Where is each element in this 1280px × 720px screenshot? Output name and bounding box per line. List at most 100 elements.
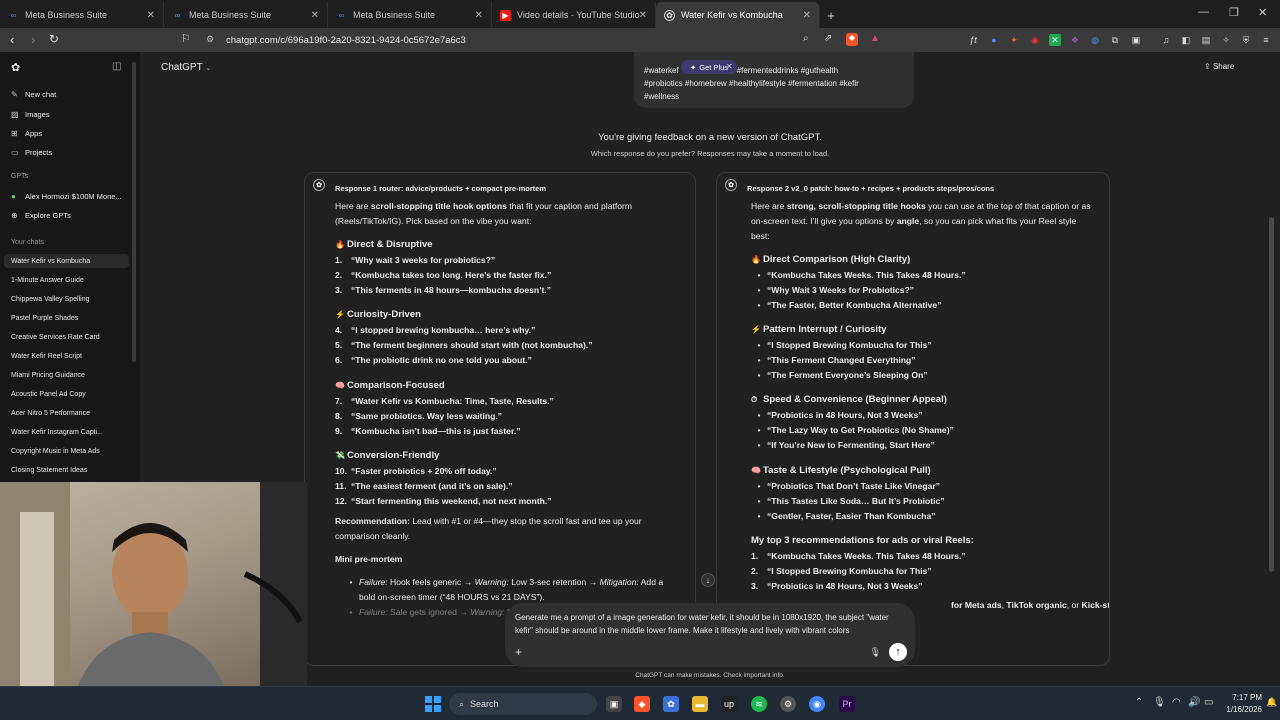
new-tab-button[interactable]: + bbox=[820, 2, 842, 28]
browser-tab[interactable]: ∞ Meta Business Suite ✕ bbox=[164, 2, 328, 28]
chatgpt-app-icon[interactable]: ✿ bbox=[663, 696, 679, 712]
reload-icon[interactable]: ↻ bbox=[49, 32, 59, 46]
sidebar-scrollbar[interactable] bbox=[132, 62, 136, 362]
back-icon[interactable]: ‹ bbox=[10, 32, 14, 47]
response-2-panel[interactable]: ✿ Response 2 v2_0 patch: how-to + recipes… bbox=[716, 172, 1110, 666]
steam-icon[interactable]: ⚙ bbox=[780, 696, 796, 712]
zoom-icon[interactable]: ⌕ bbox=[803, 33, 809, 44]
sidebar-explore-gpts[interactable]: ⊕ Explore GPTs bbox=[11, 209, 71, 221]
brave-shield-icon[interactable]: ◆ bbox=[846, 33, 858, 46]
sidebar-item-new-chat[interactable]: ✎ New chat bbox=[11, 88, 56, 100]
task-view-icon[interactable]: ▣ bbox=[606, 696, 622, 712]
chat-item[interactable]: Water Kefir Reel Script bbox=[11, 353, 82, 360]
extension-icon[interactable]: ❖ bbox=[1069, 34, 1081, 46]
browser-tab[interactable]: ∞ Meta Business Suite ✕ bbox=[0, 2, 164, 28]
browser-toolbar: ‹ › ↻ ⚐ ⚙ chatgpt.com/c/696a19f0-2a20-83… bbox=[0, 28, 1280, 52]
browser-tab[interactable]: ∞ Meta Business Suite ✕ bbox=[328, 2, 492, 28]
bookmark-icon[interactable]: ⚐ bbox=[181, 32, 191, 45]
extension-icon[interactable]: ✦ bbox=[1008, 34, 1020, 46]
chrome-icon[interactable]: ◉ bbox=[809, 696, 825, 712]
fire-icon: 🔥 bbox=[335, 240, 345, 249]
windows-logo-icon bbox=[425, 696, 441, 712]
taskbar-search[interactable]: ⌕ Search bbox=[449, 693, 597, 715]
chatgpt-logo-icon[interactable]: ✿ bbox=[11, 61, 20, 74]
close-tab-icon[interactable]: ✕ bbox=[475, 10, 483, 21]
wifi-icon[interactable]: ◠ bbox=[1172, 697, 1181, 708]
share-page-icon[interactable]: ⇗ bbox=[824, 33, 832, 44]
chat-item[interactable]: 1-Minute Answer Guide bbox=[11, 277, 84, 284]
maximize-icon[interactable]: ❐ bbox=[1229, 6, 1239, 19]
sidebar-item-projects[interactable]: ▭ Projects bbox=[11, 146, 52, 158]
chat-item[interactable]: Closing Statement Ideas bbox=[11, 467, 87, 474]
clock[interactable]: 7:17 PM 1/16/2026 bbox=[1222, 692, 1262, 716]
brave-rewards-icon[interactable]: ▲ bbox=[870, 33, 880, 44]
vpn-icon[interactable]: ⛨ bbox=[1240, 34, 1252, 46]
sparkle-icon: ✦ bbox=[689, 62, 697, 72]
tab-label: Meta Business Suite bbox=[25, 10, 108, 20]
extension-icon[interactable]: ● bbox=[988, 34, 1000, 46]
chat-item[interactable]: Creative Services Rate Card bbox=[11, 334, 100, 341]
chat-item[interactable]: Water Kefir vs Kombucha bbox=[11, 258, 90, 265]
send-button[interactable]: ↑ bbox=[889, 643, 907, 661]
music-icon[interactable]: ♫ bbox=[1160, 34, 1172, 46]
minimize-icon[interactable]: — bbox=[1198, 6, 1209, 18]
windows-start-icon[interactable] bbox=[425, 696, 441, 712]
chat-item[interactable]: Pastel Purple Shades bbox=[11, 315, 78, 322]
response-2-header: ✿ Response 2 v2_0 patch: how-to + recipes… bbox=[725, 179, 994, 196]
close-get-plus-icon[interactable]: ✕ bbox=[726, 62, 733, 71]
wallet-icon[interactable]: ▤ bbox=[1200, 34, 1212, 46]
browser-tab[interactable]: ▶ Video details - YouTube Studio ✕ bbox=[492, 2, 656, 28]
file-explorer-icon[interactable]: ▬ bbox=[692, 696, 708, 712]
main-scrollbar[interactable] bbox=[1269, 217, 1274, 572]
attach-icon[interactable]: + bbox=[515, 645, 522, 659]
chat-item[interactable]: Copyright Music in Meta Ads bbox=[11, 448, 100, 455]
close-tab-icon[interactable]: ✕ bbox=[803, 10, 811, 21]
message-composer[interactable]: Generate me a prompt of a image generati… bbox=[505, 603, 915, 667]
tab-label: Water Kefir vs Kombucha bbox=[681, 10, 783, 20]
sidebar-toggle-icon[interactable]: ◧ bbox=[1180, 34, 1192, 46]
close-window-icon[interactable]: ✕ bbox=[1258, 6, 1267, 19]
chat-item[interactable]: Miami Pricing Guidance bbox=[11, 372, 85, 379]
timer-icon: ⏱ bbox=[751, 395, 758, 404]
share-button[interactable]: ⇪ Share bbox=[1204, 62, 1234, 71]
extension-ft-icon[interactable]: ƒt bbox=[967, 34, 979, 46]
extension-icon[interactable]: ◍ bbox=[1089, 34, 1101, 46]
model-selector[interactable]: ChatGPT ⌄ bbox=[161, 62, 211, 73]
chat-item[interactable]: Water Kefir Instagram Capti... bbox=[11, 429, 103, 436]
sidebar-item-images[interactable]: ▨ Images bbox=[11, 108, 50, 120]
microphone-icon[interactable]: 🎙 bbox=[870, 647, 881, 658]
chatgpt-icon: ✿ bbox=[313, 179, 325, 191]
prompt-input[interactable]: Generate me a prompt of a image generati… bbox=[515, 611, 907, 637]
browser-tab-active[interactable]: ✿ Water Kefir vs Kombucha ✕ bbox=[656, 2, 820, 28]
close-tab-icon[interactable]: ✕ bbox=[639, 10, 647, 21]
ai-icon[interactable]: ✧ bbox=[1220, 34, 1232, 46]
close-tab-icon[interactable]: ✕ bbox=[311, 10, 319, 21]
tray-overflow-icon[interactable]: ⌃ bbox=[1135, 697, 1143, 708]
volume-icon[interactable]: 🔊 bbox=[1188, 697, 1200, 708]
brave-browser-icon[interactable]: ◆ bbox=[634, 696, 650, 712]
chat-item[interactable]: Chippewa Valley Spelling bbox=[11, 296, 89, 303]
response-1-panel[interactable]: ✿ Response 1 router: advice/products + co… bbox=[304, 172, 696, 666]
close-sidebar-icon[interactable]: ◫ bbox=[112, 61, 121, 72]
site-info-icon[interactable]: ⚙ bbox=[206, 34, 214, 45]
battery-icon[interactable]: ▭ bbox=[1204, 697, 1213, 708]
scroll-down-button[interactable]: ↓ bbox=[701, 573, 715, 587]
premiere-pro-icon[interactable]: Pr bbox=[839, 696, 855, 712]
sidebar-gpt-item[interactable]: ● Alex Hormozi $100M Mone... bbox=[11, 190, 122, 202]
chat-item[interactable]: Acoustic Panel Ad Copy bbox=[11, 391, 86, 398]
spotify-icon[interactable]: ≋ bbox=[751, 696, 767, 712]
close-tab-icon[interactable]: ✕ bbox=[147, 10, 155, 21]
forward-icon[interactable]: › bbox=[31, 32, 35, 47]
address-bar[interactable]: ⚙ chatgpt.com/c/696a19f0-2a20-8321-9424-… bbox=[200, 30, 900, 50]
upwork-icon[interactable]: up bbox=[721, 696, 737, 712]
extension-icon[interactable]: ▣ bbox=[1130, 34, 1142, 46]
tray-mic-icon[interactable]: 🎙 bbox=[1153, 697, 1166, 708]
sidebar-item-apps[interactable]: ⊞ Apps bbox=[11, 127, 42, 139]
extension-icon[interactable]: ◉ bbox=[1029, 34, 1041, 46]
menu-icon[interactable]: ≡ bbox=[1260, 34, 1272, 46]
chevron-down-icon: ⌄ bbox=[205, 65, 212, 72]
puzzle-icon[interactable]: ⧉ bbox=[1109, 34, 1121, 46]
extension-icon[interactable]: ✕ bbox=[1049, 34, 1061, 46]
notification-icon[interactable]: 🔔 bbox=[1266, 697, 1277, 708]
chat-item[interactable]: Acer Nitro 5 Performance bbox=[11, 410, 90, 417]
